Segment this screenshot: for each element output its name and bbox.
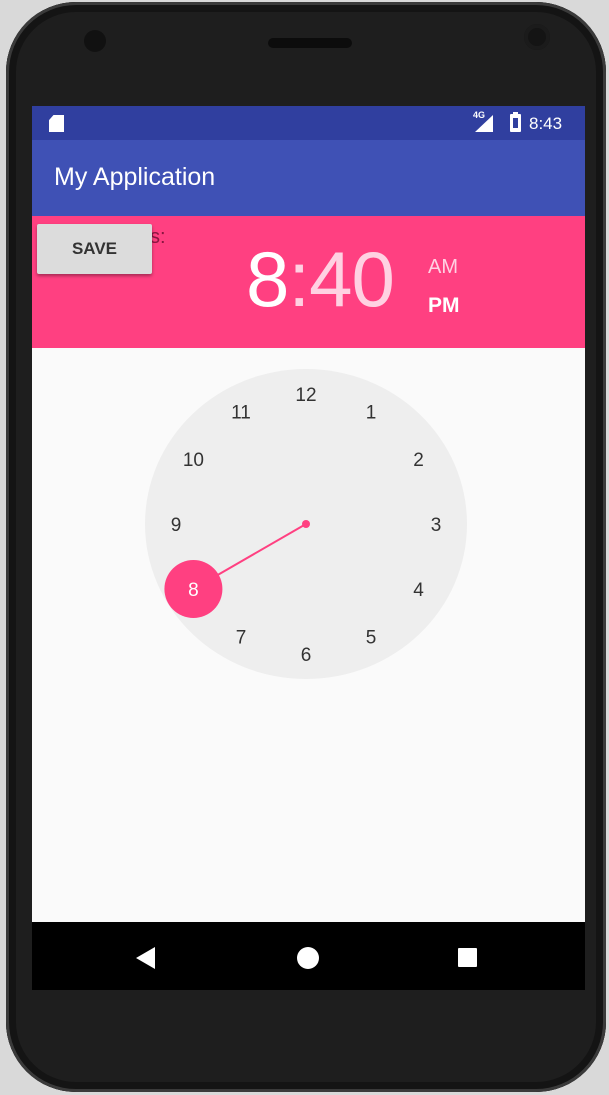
clock-face[interactable]: 121234567891011 [145, 369, 467, 679]
clock-number-12[interactable]: 12 [295, 385, 316, 406]
clock-number-4[interactable]: 4 [413, 580, 424, 601]
clock-center-dot [302, 520, 310, 528]
clock-number-3[interactable]: 3 [431, 515, 442, 536]
time-picker-header: s: SAVE 8:40 AM PM [32, 216, 585, 348]
clock-number-8[interactable]: 8 [188, 580, 199, 601]
navigation-bar [32, 922, 585, 990]
partial-label: s: [150, 226, 166, 248]
sd-card-icon [49, 115, 64, 132]
earpiece-speaker [268, 38, 352, 48]
back-icon[interactable] [136, 947, 155, 969]
pm-toggle[interactable]: PM [428, 294, 460, 318]
app-bar: My Application [32, 140, 585, 216]
time-display: 8:40 [246, 240, 395, 318]
network-type-label: 4G [473, 110, 486, 120]
status-time: 8:43 [529, 114, 563, 133]
clock-number-6[interactable]: 6 [301, 645, 312, 666]
clock-number-1[interactable]: 1 [366, 402, 377, 423]
front-camera [524, 24, 550, 50]
front-sensor [84, 30, 106, 52]
app-title: My Application [54, 163, 216, 191]
hour-display[interactable]: 8 [246, 235, 289, 323]
home-icon[interactable] [297, 947, 319, 969]
battery-icon [510, 112, 521, 132]
clock-number-9[interactable]: 9 [171, 515, 182, 536]
am-toggle[interactable]: AM [428, 256, 458, 279]
clock-number-5[interactable]: 5 [366, 628, 377, 649]
status-bar: 4G 8:43 [32, 106, 585, 140]
time-separator: : [288, 235, 310, 323]
save-button[interactable]: SAVE [37, 224, 152, 274]
recents-icon[interactable] [458, 948, 477, 967]
clock-number-10[interactable]: 10 [183, 450, 204, 471]
clock-dial[interactable]: 12 1 2 3 4 5 6 7 8 9 10 11 [145, 369, 467, 679]
clock-number-2[interactable]: 2 [413, 450, 424, 471]
clock-number-11[interactable]: 11 [231, 402, 251, 423]
clock-number-7[interactable]: 7 [236, 628, 247, 649]
device-screen: 4G 8:43 My Application s: SAVE 8:40 AM P… [32, 106, 585, 990]
minute-display[interactable]: 40 [309, 235, 395, 323]
